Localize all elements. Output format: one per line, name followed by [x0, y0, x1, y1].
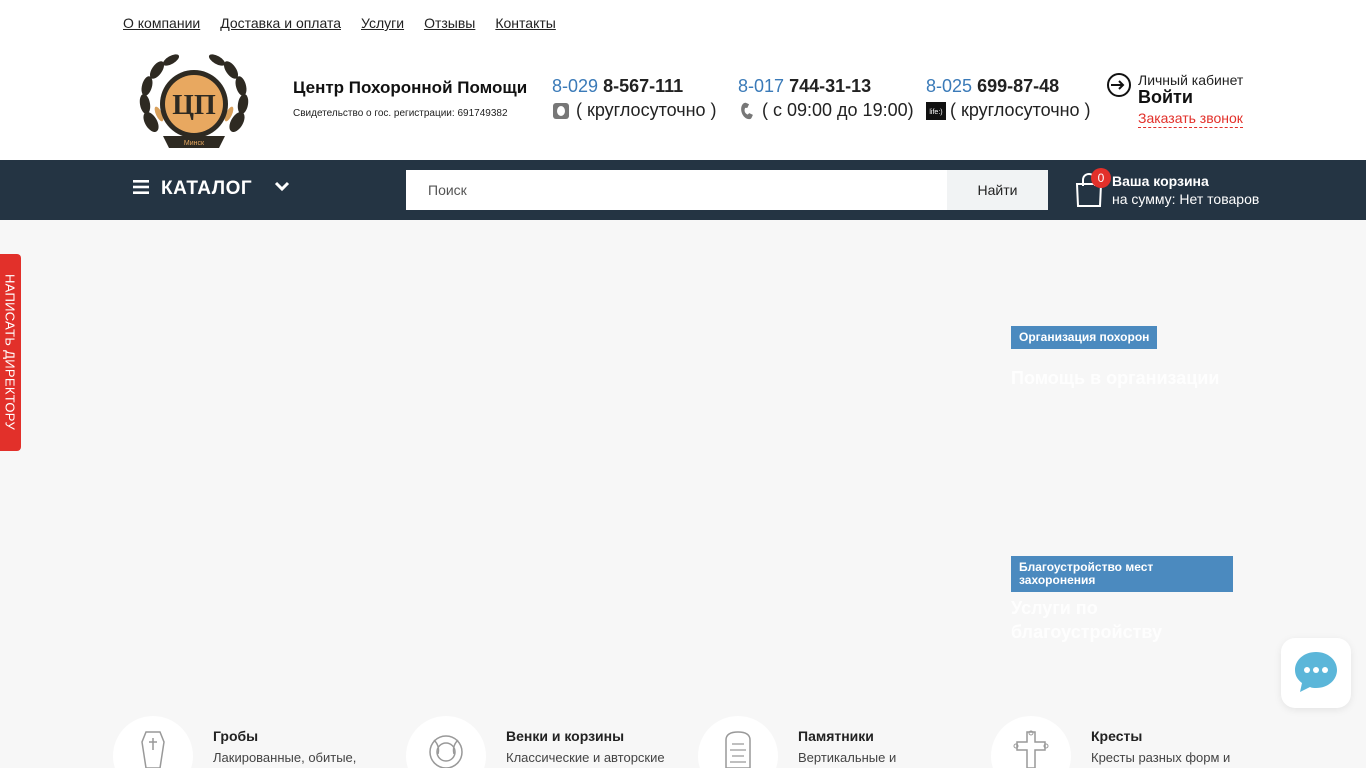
company-info: Центр Похоронной Помощи Свидетельство о …: [293, 78, 527, 119]
company-name: Центр Похоронной Помощи: [293, 78, 528, 97]
hamburger-icon: [133, 179, 149, 199]
main-navbar: КАТАЛОГ Найти 0 Ваша корзина на сумму: Н…: [0, 160, 1366, 220]
phone-number[interactable]: 8-025 699-87-48: [926, 76, 1091, 97]
nav-link-about[interactable]: О компании: [123, 15, 200, 31]
cross-icon: [1013, 730, 1049, 768]
account-label: Личный кабинет: [1138, 72, 1244, 88]
category-title: Гробы: [213, 728, 259, 744]
landline-phone-icon: [738, 102, 756, 120]
phone-block-3: 8-025 699-87-48 life:) ( круглосуточно ): [926, 76, 1091, 121]
company-logo[interactable]: ЦП Минск: [133, 52, 255, 152]
a1-operator-icon: [552, 102, 570, 120]
callback-link[interactable]: Заказать звонок: [1138, 110, 1243, 128]
phone-code: 8-025: [926, 76, 973, 96]
banner-tag-landscaping[interactable]: Благоустройство мест захоронения: [1011, 556, 1233, 592]
login-link[interactable]: Войти: [1138, 88, 1243, 106]
phone-block-1: 8-029 8-567-111 ( круглосуточно ): [552, 76, 717, 121]
svg-text:ЦП: ЦП: [172, 90, 216, 121]
phone-main: 699-87-48: [977, 76, 1060, 96]
site-header: О компании Доставка и оплата Услуги Отзы…: [0, 0, 1366, 160]
category-title: Венки и корзины: [506, 728, 625, 744]
catalog-label: КАТАЛОГ: [161, 178, 253, 199]
banner-heading-funeral[interactable]: Помощь в организации: [1011, 366, 1219, 390]
category-title: Кресты: [1091, 728, 1143, 744]
banner-heading-landscaping[interactable]: Услуги по благоустройству: [1011, 596, 1231, 644]
nav-link-delivery[interactable]: Доставка и оплата: [220, 15, 341, 31]
svg-text:life:): life:): [929, 109, 942, 116]
chat-bubble-icon: [1295, 652, 1337, 692]
phone-main: 744-31-13: [789, 76, 872, 96]
shopping-bag-icon: 0: [1074, 168, 1111, 208]
nav-link-contacts[interactable]: Контакты: [495, 15, 555, 31]
phone-code: 8-029: [552, 76, 599, 96]
login-icon[interactable]: [1106, 72, 1132, 128]
write-director-tab[interactable]: НАПИСАТЬ ДИРЕКТОРУ: [0, 254, 21, 451]
catalog-button[interactable]: КАТАЛОГ: [133, 178, 290, 200]
phone-main: 8-567-111: [603, 76, 684, 96]
search-input[interactable]: [406, 170, 947, 210]
phone-code: 8-017: [738, 76, 785, 96]
top-navigation: О компании Доставка и оплата Услуги Отзы…: [123, 15, 556, 31]
search-form: Найти: [406, 170, 1048, 210]
banner-tag-funeral[interactable]: Организация похорон: [1011, 326, 1158, 349]
category-title: Памятники: [798, 728, 874, 744]
category-desc: Вертикальные и: [798, 750, 897, 765]
nav-link-reviews[interactable]: Отзывы: [424, 15, 475, 31]
monument-icon: [725, 731, 751, 768]
nav-link-services[interactable]: Услуги: [361, 15, 404, 31]
cart-sum: на сумму: Нет товаров: [1112, 191, 1260, 207]
chat-widget-button[interactable]: [1281, 638, 1351, 708]
phone-number[interactable]: 8-017 744-31-13: [738, 76, 914, 97]
category-desc: Классические и авторские: [506, 750, 665, 765]
coffin-icon: [141, 731, 165, 768]
cart-widget[interactable]: 0 Ваша корзина на сумму: Нет товаров: [1074, 168, 1260, 208]
registration-text: Свидетельство о гос. регистрации: 691749…: [293, 108, 508, 119]
svg-text:Минск: Минск: [184, 140, 205, 147]
phone-hours: ( круглосуточно ): [950, 100, 1091, 120]
cart-count-badge: 0: [1091, 168, 1111, 188]
write-director-label: НАПИСАТЬ ДИРЕКТОРУ: [2, 273, 18, 431]
cart-title: Ваша корзина: [1112, 173, 1209, 189]
phone-block-2: 8-017 744-31-13 ( с 09:00 до 19:00): [738, 76, 914, 121]
category-strip: Гробы Лакированные, обитые, Венки и корз…: [113, 716, 1353, 768]
category-desc: Лакированные, обитые,: [213, 750, 357, 765]
wreath-icon: [429, 735, 463, 768]
life-operator-icon: life:): [926, 101, 946, 120]
phone-hours: ( круглосуточно ): [576, 100, 717, 120]
account-block: Личный кабинет Войти Заказать звонок: [1106, 72, 1243, 128]
chevron-down-icon: [274, 180, 290, 198]
phone-hours: ( с 09:00 до 19:00): [762, 100, 914, 120]
search-button[interactable]: Найти: [947, 170, 1048, 210]
category-desc: Кресты разных форм и: [1091, 750, 1231, 765]
phone-number[interactable]: 8-029 8-567-111: [552, 76, 717, 97]
